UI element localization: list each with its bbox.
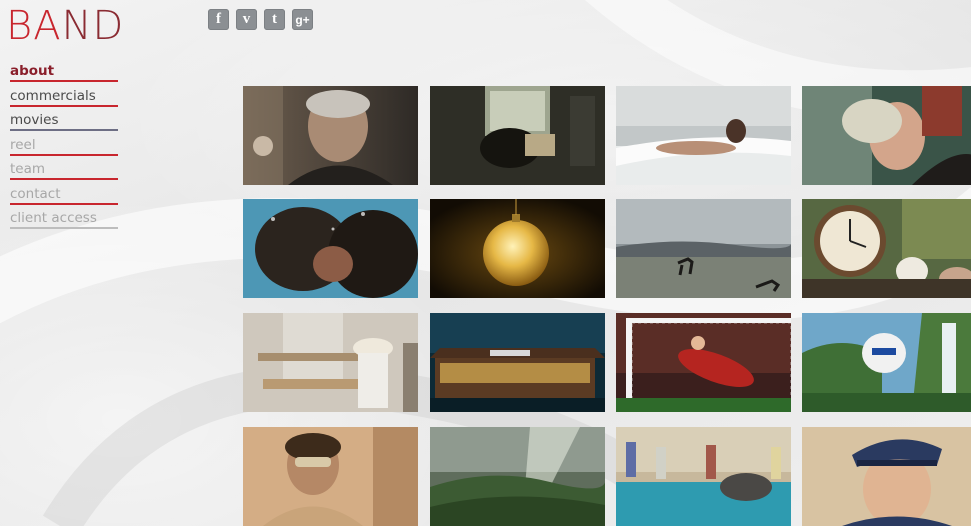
video-thumbnail-horse-landscape[interactable] [616, 199, 791, 298]
vimeo-icon[interactable]: v [236, 9, 257, 30]
video-thumbnail-old-man-portrait[interactable] [243, 86, 418, 185]
video-thumbnail-woman-phone-booth[interactable] [430, 86, 605, 185]
video-thumbnail-valley-light-rays[interactable] [430, 427, 605, 526]
google-plus-icon[interactable]: g+ [292, 9, 313, 30]
video-thumbnail-goalkeeper-save[interactable] [616, 313, 791, 412]
twitter-icon[interactable]: t [264, 9, 285, 30]
video-thumbnail-mcdonalds-night[interactable] [430, 313, 605, 412]
nav-item-contact[interactable]: contact [10, 185, 118, 205]
facebook-icon[interactable]: f [208, 9, 229, 30]
nav-item-commercials[interactable]: commercials [10, 87, 118, 107]
video-thumbnail-golden-ornament[interactable] [430, 199, 605, 298]
logo-letter-a: A [33, 3, 62, 49]
nav-item-movies[interactable]: movies [10, 111, 118, 131]
video-thumbnail-bearded-man-mask[interactable] [243, 427, 418, 526]
nav-item-reel[interactable]: reel [10, 136, 118, 156]
video-thumbnail-woman-bathtub[interactable] [616, 86, 791, 185]
logo-letters-nd: ND [61, 3, 125, 49]
video-thumbnail-couple-kissing-underwater[interactable] [243, 199, 418, 298]
logo-letter-b: B [6, 3, 34, 49]
video-thumbnail-woman-lying-down[interactable] [802, 86, 971, 185]
video-thumbnail-bride-figure-table[interactable] [243, 313, 418, 412]
nav-item-client-access[interactable]: client access [10, 209, 118, 229]
main-nav: about commercials movies reel team conta… [10, 62, 118, 234]
video-thumbnail-pool-elephant[interactable] [616, 427, 791, 526]
social-links: f v t g+ [208, 9, 313, 30]
video-thumbnail-clock-still-life[interactable] [802, 199, 971, 298]
nav-item-about[interactable]: about [10, 62, 118, 82]
nav-item-team[interactable]: team [10, 160, 118, 180]
video-thumbnail-balloon-waterfall[interactable] [802, 313, 971, 412]
band-logo[interactable]: BAND [6, 6, 124, 46]
video-thumbnail-boy-sailor-cap[interactable] [802, 427, 971, 526]
